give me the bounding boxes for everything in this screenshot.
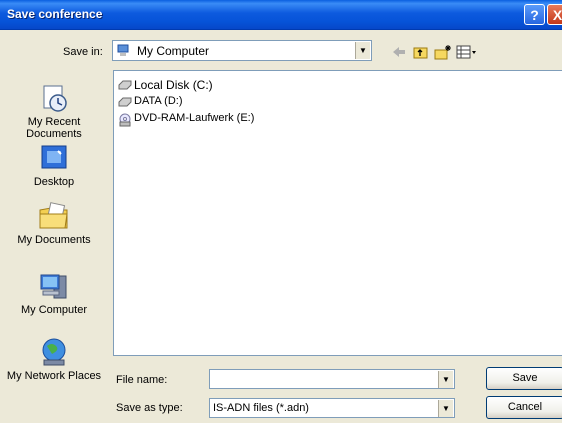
save-as-type-select[interactable]: IS-ADN files (*.adn) ▼ [209,398,455,418]
views-menu-icon[interactable] [456,44,478,60]
chevron-down-icon[interactable]: ▼ [438,400,453,417]
file-name-label: File name: [116,374,168,386]
new-folder-icon[interactable] [434,44,452,60]
place-desktop[interactable]: Desktop [6,142,102,188]
list-item[interactable]: DVD-RAM-Laufwerk (E:) [118,112,278,127]
place-my-computer[interactable]: My Computer [6,270,102,316]
my-computer-icon [117,44,129,56]
cancel-button[interactable]: Cancel [486,396,562,419]
dvd-drive-icon [119,113,131,127]
hard-disk-icon [118,80,132,90]
place-my-documents[interactable]: My Documents [6,200,102,246]
save-in-label: Save in: [63,46,103,58]
help-icon: ? [530,7,539,23]
save-as-type-value: IS-ADN files (*.adn) [213,402,309,414]
file-item-label: DATA (D:) [134,95,183,107]
places-bar: My Recent Documents Desktop My Documents… [0,70,106,420]
window-title: Save conference [7,7,103,21]
save-button[interactable]: Save [486,367,562,390]
my-computer-icon [40,274,67,299]
place-network-places[interactable]: My Network Places [6,336,102,382]
list-item[interactable]: Local Disk (C:) [118,78,258,93]
place-label: My Network Places [6,370,102,382]
file-item-label: DVD-RAM-Laufwerk (E:) [134,112,255,124]
save-as-type-label: Save as type: [116,402,183,414]
up-folder-icon[interactable] [412,44,430,60]
hard-disk-icon [118,97,132,107]
chevron-down-icon[interactable]: ▼ [355,42,370,59]
file-list[interactable]: Local Disk (C:) DATA (D:) DVD-RAM-Laufwe… [113,70,562,356]
chevron-down-icon[interactable]: ▼ [438,371,453,388]
save-in-value: My Computer [137,44,210,58]
place-label: My Computer [20,304,88,316]
close-button[interactable]: X [547,4,562,25]
help-button[interactable]: ? [524,4,545,25]
file-item-label: Local Disk (C:) [134,78,213,92]
place-label: My Documents [17,234,91,246]
recent-documents-icon [43,85,67,112]
back-arrow-icon[interactable] [390,44,408,60]
save-in-dropdown[interactable]: My Computer ▼ [112,40,372,61]
file-name-combo[interactable]: ▼ [209,369,455,389]
network-places-icon [42,338,66,366]
close-icon: X [552,7,562,23]
desktop-icon [41,145,67,169]
my-documents-icon [39,202,68,229]
place-label: Desktop [33,176,75,188]
place-label: My Recent Documents [26,116,82,140]
title-bar[interactable]: Save conference ? X [0,0,562,30]
place-recent-documents[interactable]: My Recent Documents [6,82,102,140]
list-item[interactable]: DATA (D:) [118,95,258,110]
